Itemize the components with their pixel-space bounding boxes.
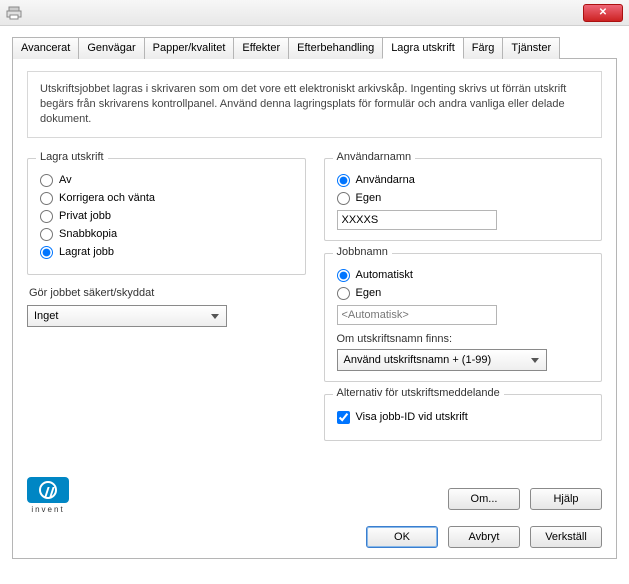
titlebar: ✕ — [0, 0, 629, 26]
notify-title: Alternativ för utskriftsmeddelande — [333, 387, 504, 399]
tab-efterbehandling[interactable]: Efterbehandling — [288, 37, 383, 59]
username-opt-auto[interactable]: Användarna — [337, 174, 592, 187]
notify-checkbox-row[interactable]: Visa jobb-ID vid utskrift — [337, 411, 592, 424]
description-box: Utskriftsjobbet lagras i skrivaren som o… — [27, 71, 602, 138]
hp-logo-text: invent — [27, 505, 69, 514]
jobname-title: Jobbnamn — [333, 246, 392, 258]
apply-button[interactable]: Verkställ — [530, 526, 602, 548]
store-opt-quick[interactable]: Snabbkopia — [40, 228, 295, 241]
username-title: Användarnamn — [333, 151, 416, 163]
jobname-opt-custom[interactable]: Egen — [337, 287, 592, 300]
store-print-title: Lagra utskrift — [36, 151, 108, 163]
jobname-exists-select[interactable]: Använd utskriftsnamn + (1-99) — [337, 349, 547, 371]
printer-icon — [6, 6, 22, 20]
username-group: Användarnamn Användarna Egen — [324, 158, 603, 241]
tab-avancerat[interactable]: Avancerat — [12, 37, 79, 59]
tab-panel: Utskriftsjobbet lagras i skrivaren som o… — [12, 59, 617, 559]
cancel-button[interactable]: Avbryt — [448, 526, 520, 548]
about-button[interactable]: Om... — [448, 488, 520, 510]
username-opt-custom[interactable]: Egen — [337, 192, 592, 205]
tab-genvagar[interactable]: Genvägar — [78, 37, 144, 59]
hp-logo-icon — [27, 477, 69, 503]
tab-farg[interactable]: Färg — [463, 37, 504, 59]
tab-papper-kvalitet[interactable]: Papper/kvalitet — [144, 37, 235, 59]
secure-select-value: Inget — [34, 310, 58, 322]
chevron-down-icon — [528, 354, 542, 368]
ok-button[interactable]: OK — [366, 526, 438, 548]
store-print-group: Lagra utskrift Av Korrigera och vänta Pr… — [27, 158, 306, 275]
notify-group: Alternativ för utskriftsmeddelande Visa … — [324, 394, 603, 441]
store-opt-proof[interactable]: Korrigera och vänta — [40, 192, 295, 205]
description-text: Utskriftsjobbet lagras i skrivaren som o… — [40, 83, 566, 125]
close-button[interactable]: ✕ — [583, 4, 623, 22]
jobname-exists-label: Om utskriftsnamn finns: — [337, 333, 592, 345]
chevron-down-icon — [208, 310, 222, 324]
jobname-group: Jobbnamn Automatiskt Egen Om utskriftsna… — [324, 253, 603, 382]
store-opt-private[interactable]: Privat jobb — [40, 210, 295, 223]
close-icon: ✕ — [599, 7, 607, 18]
jobname-opt-auto[interactable]: Automatiskt — [337, 269, 592, 282]
username-field[interactable] — [337, 210, 497, 230]
notify-checkbox[interactable] — [337, 411, 350, 424]
tab-tjanster[interactable]: Tjänster — [502, 37, 560, 59]
store-opt-stored[interactable]: Lagrat jobb — [40, 246, 295, 259]
secure-select[interactable]: Inget — [27, 305, 227, 327]
tab-effekter[interactable]: Effekter — [233, 37, 289, 59]
store-opt-off[interactable]: Av — [40, 174, 295, 187]
jobname-field[interactable] — [337, 305, 497, 325]
tabs: Avancerat Genvägar Papper/kvalitet Effek… — [12, 36, 617, 59]
notify-check-label: Visa jobb-ID vid utskrift — [356, 411, 468, 423]
secure-title: Gör jobbet säkert/skyddat — [29, 287, 306, 299]
hp-logo: invent — [27, 477, 69, 514]
help-button[interactable]: Hjälp — [530, 488, 602, 510]
tab-lagra-utskrift[interactable]: Lagra utskrift — [382, 37, 464, 59]
jobname-exists-value: Använd utskriftsnamn + (1-99) — [344, 354, 492, 366]
